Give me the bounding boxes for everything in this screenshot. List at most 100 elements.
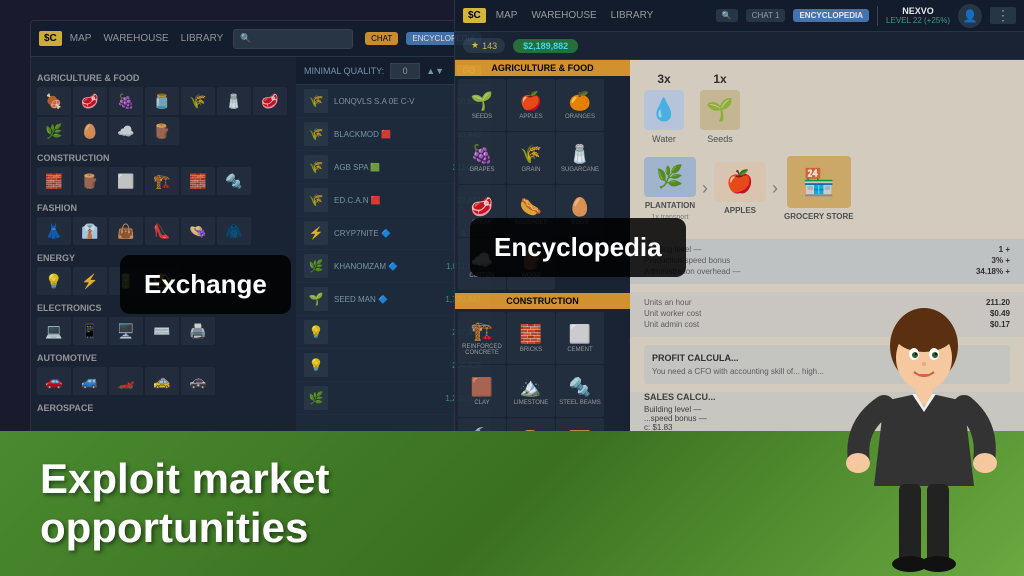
list-item[interactable]: ⚡ [73,267,107,295]
item-emoji: 🍎 [520,91,542,112]
rn-library[interactable]: LIBRARY [611,10,654,21]
list-item[interactable]: ☁️ [109,117,143,145]
search-btn[interactable]: 🔍 [716,9,738,22]
list-item[interactable]: 🥩 [73,87,107,115]
list-item[interactable]: 🧱 BRICKS [507,312,555,364]
quality-arrows[interactable]: ▲▼ [426,66,444,76]
list-item[interactable]: 🏗️ [145,167,179,195]
list-item[interactable]: 🚗 [37,367,71,395]
chat-badge-left: CHAT [365,32,398,45]
list-item[interactable]: 🟫 CLAY [458,365,506,417]
item-emoji: 🔩 [569,377,591,398]
money-badge: $2,189,882 [513,39,578,53]
list-item[interactable]: 🍇 [109,87,143,115]
list-item[interactable]: 🏔️ LIMESTONE [507,365,555,417]
list-item[interactable]: 🪵 [145,117,179,145]
right-second-bar: ★ 143 $2,189,882 [455,32,1024,60]
item-icon: 🌱 [304,287,328,311]
item-icon: 🌿 [304,254,328,278]
rn-warehouse[interactable]: WAREHOUSE [531,10,596,21]
list-item[interactable]: 🪵 [73,167,107,195]
item-label: SUGARCANE [561,167,599,173]
list-item[interactable]: 🖨️ [181,317,215,345]
list-item[interactable]: 🧥 [217,217,251,245]
item-label: ORANGES [565,114,595,120]
encyclopedia-tab[interactable]: ENCYCLOPEDIA [793,9,869,22]
list-item[interactable]: 👔 [73,217,107,245]
item-emoji: 🧱 [520,324,542,345]
list-item[interactable]: 🔩 STEEL BEAMS [556,365,604,417]
exploit-line1: Exploit market [40,455,329,502]
list-item[interactable]: 🫙 [145,87,179,115]
list-item[interactable]: 🏎️ [109,367,143,395]
list-item[interactable]: ⬜ CEMENT [556,312,604,364]
list-item[interactable]: 🍊 ORANGES [556,79,604,131]
list-item[interactable]: 🧂 [217,87,251,115]
cat-agriculture: AGRICULTURE & FOOD [37,73,290,83]
list-item[interactable]: 🚙 [73,367,107,395]
list-item[interactable]: 👜 [109,217,143,245]
ingredient-seeds: 1x 🌱 Seeds [700,72,740,144]
item-emoji: 🟫 [471,377,493,398]
user-avatar[interactable]: 👤 [958,4,982,28]
list-item[interactable]: 🔩 [217,167,251,195]
list-item[interactable]: 🌱 SEEDS [458,79,506,131]
list-item[interactable]: 🚕 [145,367,179,395]
list-item[interactable]: ⬜ [109,167,143,195]
list-item[interactable]: 🍇 GRAPES [458,132,506,184]
chat-badge[interactable]: CHAT 1 [746,9,786,22]
item-emoji: 🥚 [569,197,591,218]
list-item[interactable]: 🚓 [181,367,215,395]
item-emoji: 🏗️ [471,321,493,342]
item-emoji: 🌭 [520,197,542,218]
list-item[interactable]: 📱 [73,317,107,345]
plantation-building: 🌿 PLANTATION 1x transport [644,157,696,221]
nav-warehouse[interactable]: WAREHOUSE [103,33,168,44]
quality-label: MINIMAL QUALITY: [304,66,384,76]
left-search[interactable]: 🔍 [233,29,353,49]
right-top-right: 🔍 CHAT 1 ENCYCLOPEDIA NEXVO LEVEL 22 (+2… [716,4,1016,28]
list-item[interactable]: ⌨️ [145,317,179,345]
item-label: STEEL BEAMS [559,400,600,406]
item-icon: 🌾 [304,155,328,179]
more-menu[interactable]: ⋮ [990,7,1016,24]
list-item[interactable]: 👠 [145,217,179,245]
company-name: KHANOMZAM 🔷 [334,262,440,271]
stars-count: 143 [482,41,497,51]
exchange-tooltip: Exchange [120,255,291,314]
list-item[interactable]: 💡 [37,267,71,295]
list-item[interactable]: 👒 [181,217,215,245]
company-name: CRYP7NITE 🔷 [334,229,455,238]
list-item[interactable]: 🧱 [37,167,71,195]
item-icon: 🌾 [304,89,328,113]
list-item[interactable]: 🌾 GRAIN [507,132,555,184]
agriculture-grid: 🍖 🥩 🍇 🫙 🌾 🧂 🥩 🌿 🥚 ☁️ 🪵 [37,87,290,145]
chain-arrow-2: › [772,178,778,199]
company-name: BLACKMOD 🟥 [334,130,451,139]
list-item[interactable]: 🧱 [181,167,215,195]
list-item[interactable]: 🌾 [181,87,215,115]
list-item[interactable]: 🍎 APPLES [507,79,555,131]
water-label: Water [652,134,676,144]
seeds-count: 1x [713,72,726,86]
production-chain: 🌿 PLANTATION 1x transport › 🍎 Apples › 🏪 [644,156,1010,221]
rn-map[interactable]: MAP [496,10,518,21]
quality-input[interactable] [390,63,420,79]
list-item[interactable]: 🍖 [37,87,71,115]
list-item[interactable]: 👗 [37,217,71,245]
user-badge: NEXVO LEVEL 22 (+25%) [886,6,950,25]
list-item[interactable]: 🌿 [37,117,71,145]
list-item[interactable]: 🥩 [253,87,287,115]
right-nav: MAP WAREHOUSE LIBRARY [496,10,654,21]
list-item[interactable]: 🧂 SUGARCANE [556,132,604,184]
company-name: AGB SPA 🟩 [334,163,447,172]
nav-library[interactable]: LIBRARY [181,33,224,44]
list-item[interactable]: 🏗️ REINFORCED CONCRETE [458,312,506,364]
list-item[interactable]: 🖥️ [109,317,143,345]
list-item[interactable]: 🥚 [73,117,107,145]
item-icon: 💡 [304,320,328,344]
detail-top: 3x 💧 Water 1x 🌱 Seeds 🌿 PLANTATION [630,60,1024,239]
item-icon: 💡 [304,353,328,377]
nav-map[interactable]: MAP [70,33,92,44]
list-item[interactable]: 💻 [37,317,71,345]
